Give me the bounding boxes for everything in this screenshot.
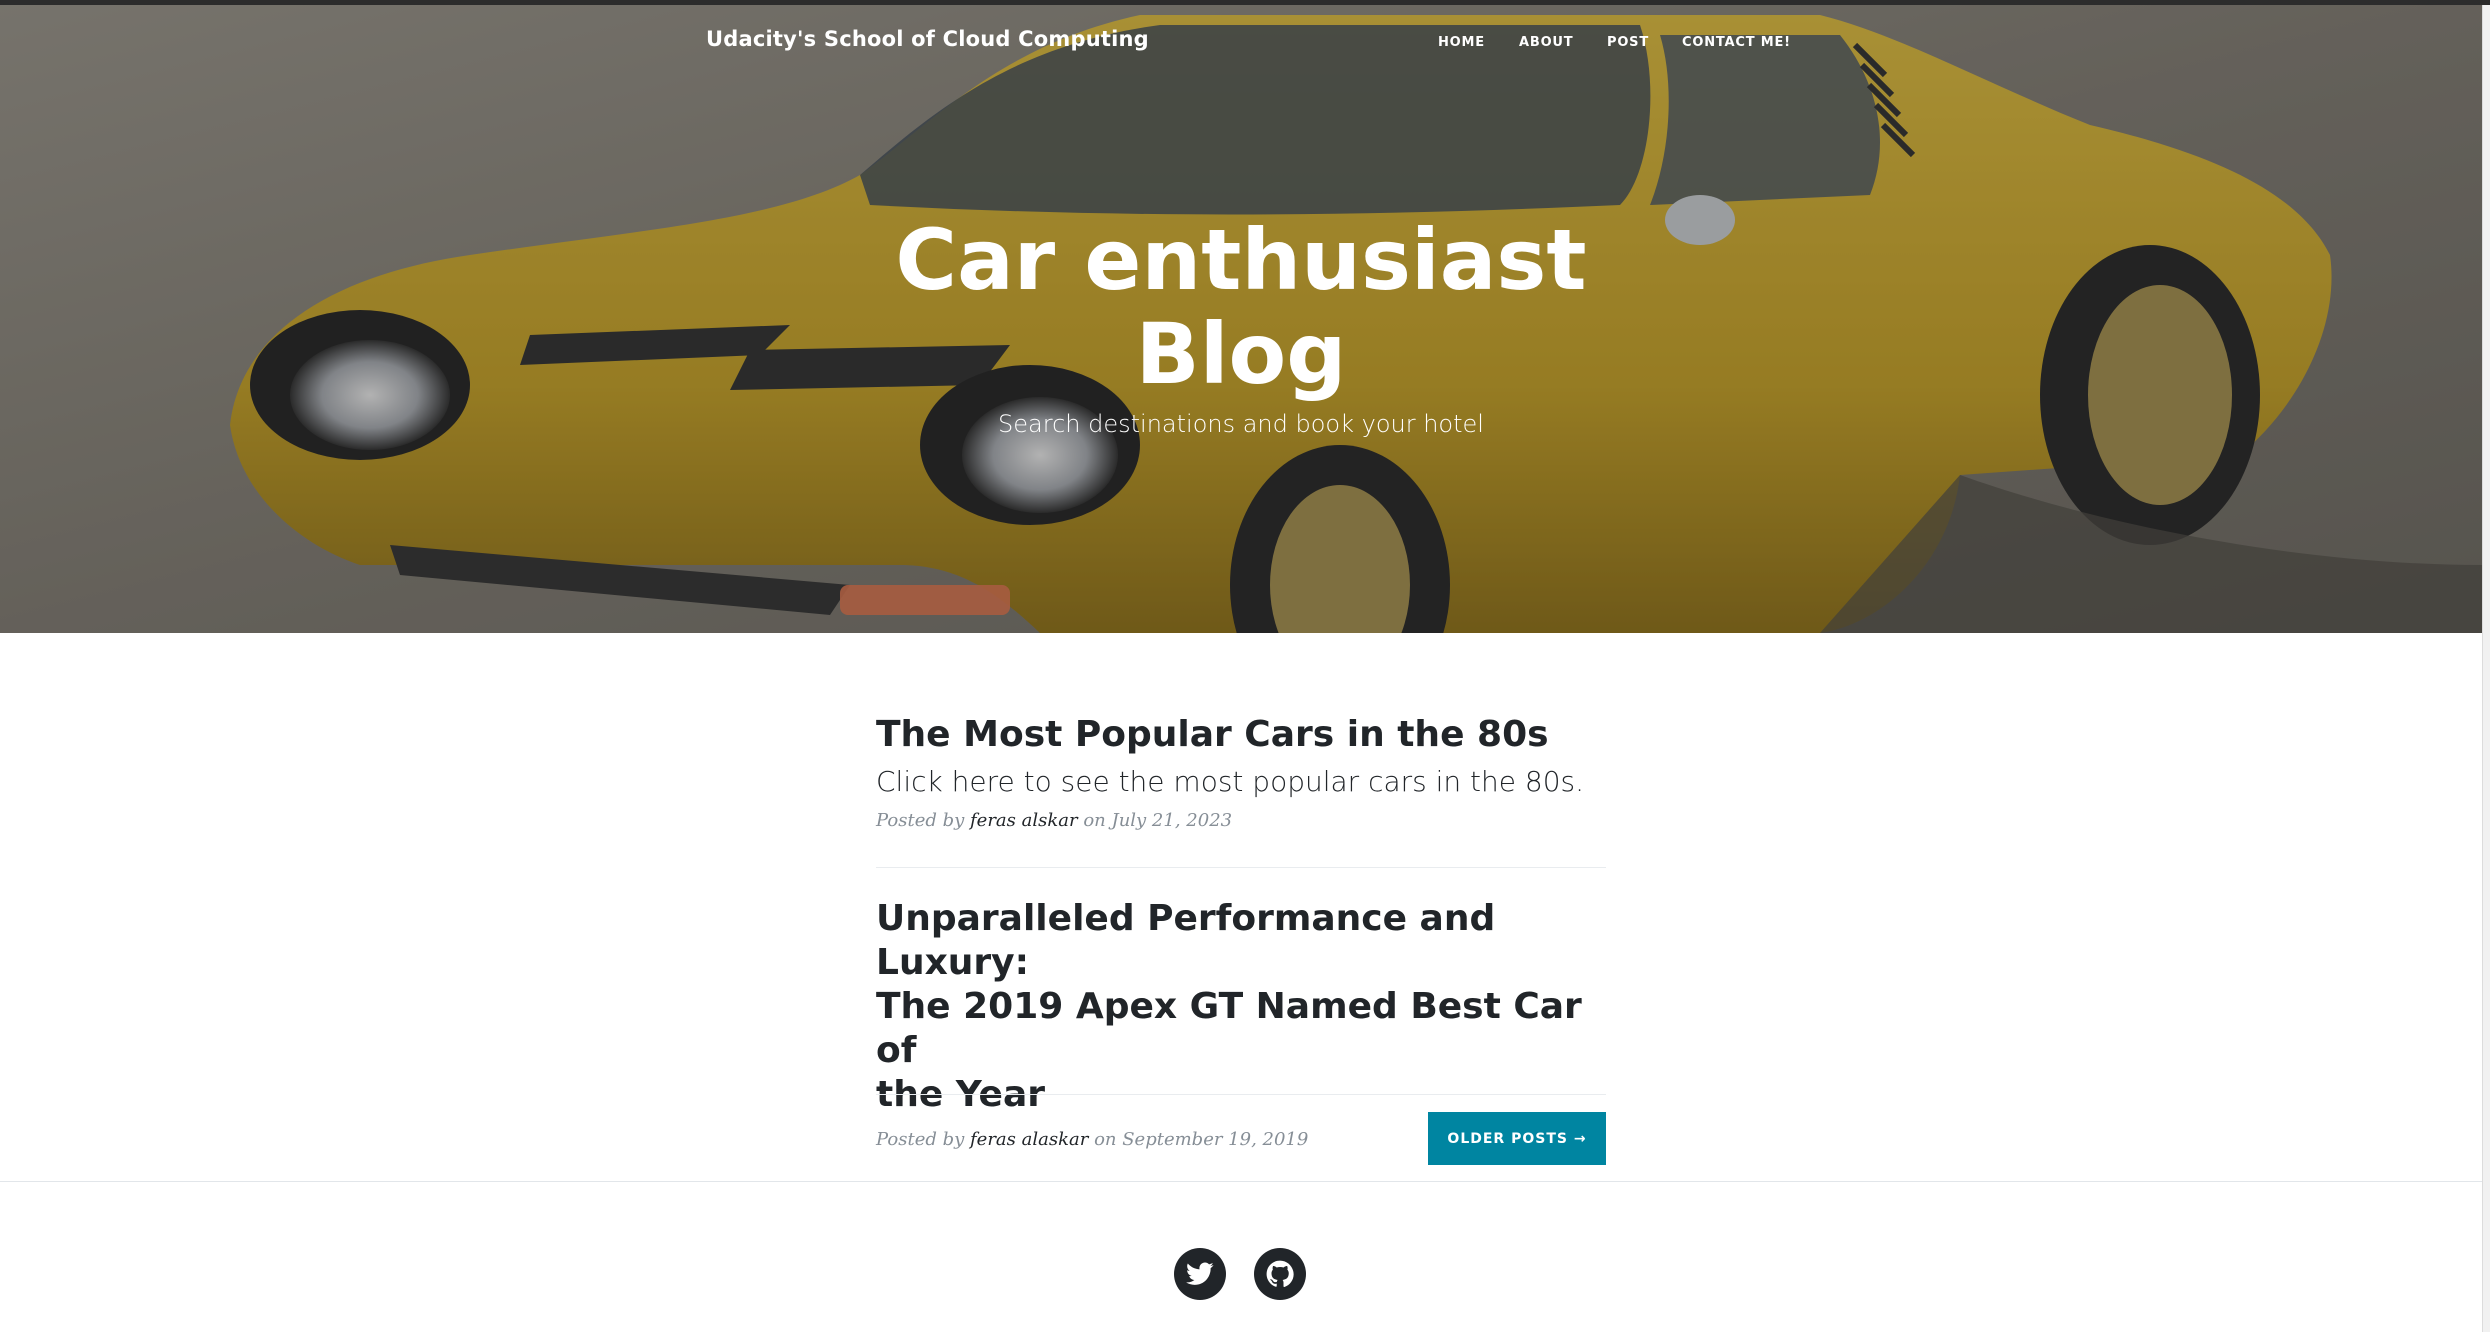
hero-title: Car enthusiast Blog bbox=[0, 213, 2482, 401]
post-meta-prefix: Posted by bbox=[876, 810, 965, 831]
older-posts-button[interactable]: OLDER POSTS → bbox=[1428, 1112, 1606, 1165]
hero-subtitle: Search destinations and book your hotel bbox=[998, 410, 1484, 438]
footer-divider bbox=[0, 1181, 2482, 1182]
post-subtitle: Click here to see the most popular cars … bbox=[876, 765, 1585, 798]
twitter-link[interactable] bbox=[1174, 1248, 1226, 1300]
site-brand-link[interactable]: Udacity's School of Cloud Computing bbox=[706, 27, 1149, 51]
post-link[interactable]: Unparalleled Performance and Luxury: The… bbox=[876, 897, 1606, 1117]
hero-title-line2: Blog bbox=[1135, 305, 1347, 403]
post-preview: The Most Popular Cars in the 80s Click h… bbox=[876, 713, 1606, 831]
post-date: on July 21, 2023 bbox=[1083, 810, 1233, 831]
hero-title-line1: Car enthusiast bbox=[895, 211, 1587, 309]
post-title-line: The 2019 Apex GT Named Best Car of bbox=[876, 986, 1582, 1071]
post-divider bbox=[876, 1094, 1606, 1095]
post-title: Unparalleled Performance and Luxury: The… bbox=[876, 897, 1606, 1117]
nav-item-about[interactable]: ABOUT bbox=[1519, 35, 1573, 50]
post-divider bbox=[876, 867, 1606, 868]
github-icon bbox=[1266, 1260, 1294, 1287]
post-meta: Posted by feras alskar on July 21, 2023 bbox=[876, 810, 1606, 831]
hero-header: Udacity's School of Cloud Computing HOME… bbox=[0, 5, 2482, 633]
post-author-link[interactable]: feras alskar bbox=[970, 810, 1078, 831]
page-scrollbar[interactable] bbox=[2482, 5, 2490, 1332]
post-title: The Most Popular Cars in the 80s bbox=[876, 714, 1549, 755]
nav-item-home[interactable]: HOME bbox=[1438, 35, 1485, 50]
nav-item-post[interactable]: POST bbox=[1607, 35, 1649, 50]
post-link[interactable]: The Most Popular Cars in the 80s Click h… bbox=[876, 713, 1606, 798]
github-link[interactable] bbox=[1254, 1248, 1306, 1300]
post-title-line: Unparalleled Performance and Luxury: bbox=[876, 898, 1496, 983]
post-meta-prefix: Posted by bbox=[876, 1129, 965, 1150]
nav-item-contact[interactable]: CONTACT ME! bbox=[1682, 35, 1791, 50]
post-author-link[interactable]: feras alaskar bbox=[970, 1129, 1088, 1150]
post-date: on September 19, 2019 bbox=[1094, 1129, 1309, 1150]
twitter-icon bbox=[1186, 1262, 1214, 1285]
